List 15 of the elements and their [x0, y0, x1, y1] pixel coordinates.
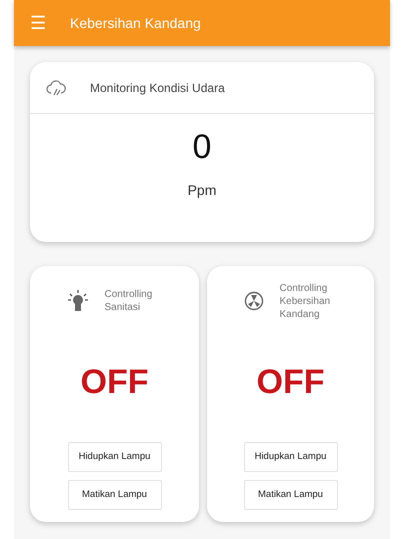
app-title: Kebersihan Kandang — [70, 14, 201, 33]
status-text: OFF — [256, 362, 324, 404]
lamp-button[interactable]: Hidupkan Lampu — [68, 442, 162, 472]
fan-icon — [244, 291, 264, 311]
light-bulb-icon — [66, 289, 88, 313]
cloud-icon — [46, 78, 66, 96]
unit-label: Ppm — [188, 181, 216, 200]
ppm-value: 0 — [192, 130, 212, 164]
lamp-button[interactable]: Matikan Lampu — [244, 480, 338, 510]
control-title: Controlling Kebersihan Kandang — [280, 282, 332, 320]
control-title: Controlling Sanitasi — [104, 288, 154, 314]
status-text: OFF — [80, 362, 148, 404]
monitor-title: Monitoring Kondisi Udara — [90, 80, 225, 96]
lamp-button[interactable]: Hidupkan Lampu — [244, 442, 338, 472]
lamp-button[interactable]: Matikan Lampu — [68, 480, 162, 510]
